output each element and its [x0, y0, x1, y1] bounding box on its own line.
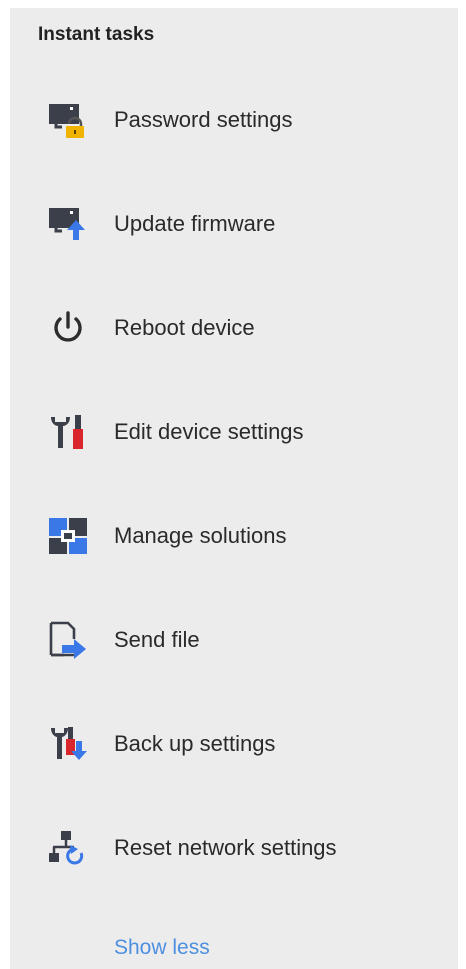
solutions-icon	[48, 514, 92, 558]
power-icon	[48, 306, 92, 350]
task-manage-solutions[interactable]: Manage solutions	[10, 484, 458, 588]
task-reset-network-settings[interactable]: Reset network settings	[10, 796, 458, 900]
task-label: Update firmware	[114, 211, 276, 236]
task-label: Password settings	[114, 107, 293, 132]
task-label: Send file	[114, 627, 200, 652]
task-label: Back up settings	[114, 731, 276, 756]
task-edit-device-settings[interactable]: Edit device settings	[10, 380, 458, 484]
network-reset-icon	[48, 826, 92, 870]
task-password-settings[interactable]: Password settings	[10, 68, 458, 172]
task-label: Reset network settings	[114, 835, 337, 860]
task-update-firmware[interactable]: Update firmware	[10, 172, 458, 276]
task-label: Reboot device	[114, 315, 255, 340]
task-send-file[interactable]: Send file	[10, 588, 458, 692]
task-back-up-settings[interactable]: Back up settings	[10, 692, 458, 796]
send-file-icon	[48, 618, 92, 662]
panel-title: Instant tasks	[38, 24, 155, 45]
task-list: Password settings Update firmware Reboot…	[10, 68, 458, 900]
instant-tasks-panel: Instant tasks Password settings Update f…	[10, 8, 458, 969]
show-less-link[interactable]: Show less	[114, 936, 210, 960]
backup-settings-icon	[48, 722, 92, 766]
update-firmware-icon	[48, 202, 92, 246]
task-label: Edit device settings	[114, 419, 304, 444]
password-lock-icon	[48, 98, 92, 142]
tools-icon	[48, 410, 92, 454]
task-label: Manage solutions	[114, 523, 287, 548]
task-reboot-device[interactable]: Reboot device	[10, 276, 458, 380]
